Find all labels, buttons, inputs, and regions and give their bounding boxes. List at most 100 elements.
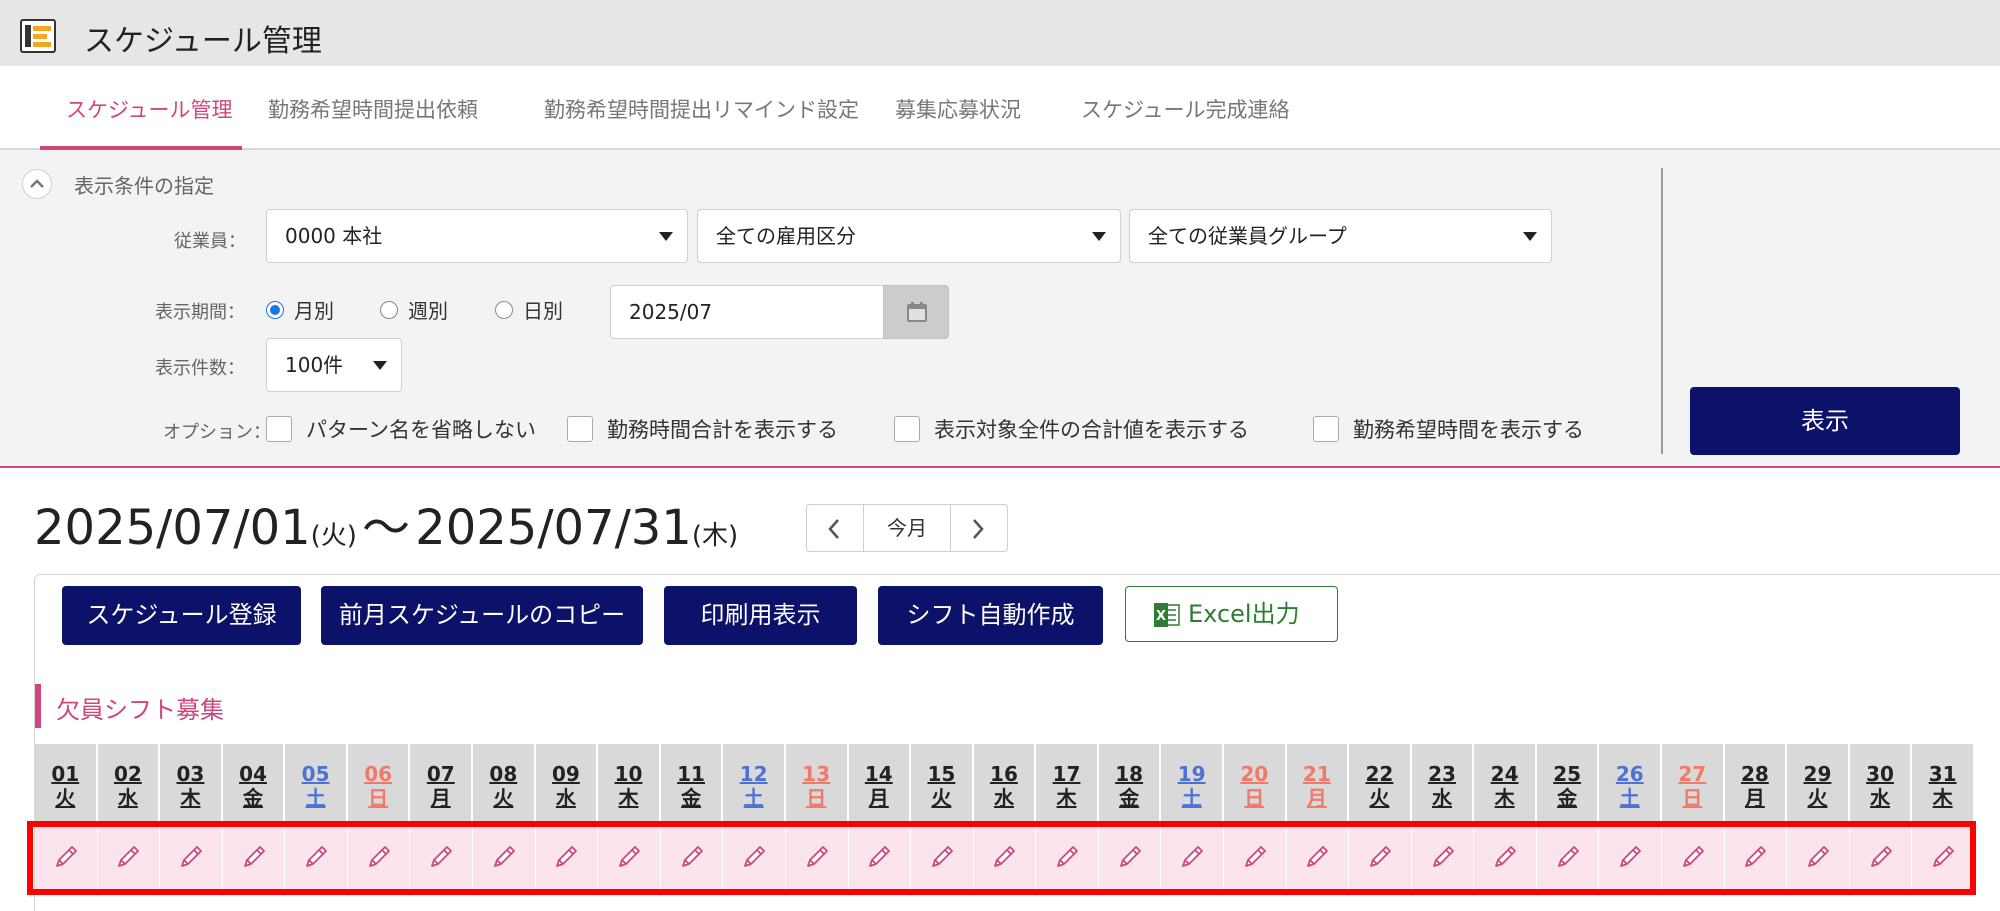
recruit-cell-04[interactable]	[223, 823, 286, 891]
pencil-icon	[243, 846, 265, 867]
calendar-button[interactable]	[883, 285, 949, 339]
recruit-cell-13[interactable]	[786, 823, 849, 891]
day-header-20[interactable]: 20 日	[1224, 744, 1287, 821]
employment-type-select[interactable]: 全ての雇用区分	[697, 209, 1121, 263]
day-header-07[interactable]: 07 月	[410, 744, 474, 821]
pencil-icon	[1870, 846, 1892, 867]
recruit-cell-20[interactable]	[1224, 823, 1287, 891]
recruit-cell-17[interactable]	[1036, 823, 1099, 891]
tab-availability-request[interactable]: 勤務希望時間提出依頼	[268, 94, 478, 124]
period-weekly-radio[interactable]: 週別	[380, 295, 448, 324]
option-availability-checkbox[interactable]: 勤務希望時間を表示する	[1313, 414, 1584, 444]
period-daily-radio[interactable]: 日別	[495, 295, 563, 324]
tab-availability-reminder[interactable]: 勤務希望時間提出リマインド設定	[544, 94, 859, 124]
recruit-cell-24[interactable]	[1474, 823, 1537, 891]
day-header-19[interactable]: 19 土	[1161, 744, 1224, 821]
recruit-cell-12[interactable]	[723, 823, 786, 891]
recruit-cell-15[interactable]	[911, 823, 974, 891]
recruit-cell-19[interactable]	[1161, 823, 1224, 891]
recruit-cell-25[interactable]	[1537, 823, 1600, 891]
day-header-23[interactable]: 23 水	[1412, 744, 1475, 821]
day-header-24[interactable]: 24 木	[1474, 744, 1537, 821]
recruit-cell-11[interactable]	[661, 823, 724, 891]
tab-recruit-status[interactable]: 募集応募状況	[895, 94, 1021, 124]
day-header-03[interactable]: 03 木	[160, 744, 223, 821]
tab-schedule-complete[interactable]: スケジュール完成連絡	[1081, 94, 1290, 124]
day-number: 02	[113, 762, 142, 786]
option-full-pattern-name-checkbox[interactable]: パターン名を省略しない	[266, 414, 536, 444]
day-header-11[interactable]: 11 金	[661, 744, 724, 821]
option-all-total-checkbox[interactable]: 表示対象全件の合計値を表示する	[894, 414, 1249, 444]
day-header-30[interactable]: 30 水	[1850, 744, 1913, 821]
recruit-cell-18[interactable]	[1099, 823, 1162, 891]
recruit-cell-29[interactable]	[1787, 823, 1850, 891]
recruit-cell-02[interactable]	[98, 823, 161, 891]
day-number: 08	[489, 762, 518, 786]
day-header-27[interactable]: 27 日	[1662, 744, 1725, 821]
recruit-cell-28[interactable]	[1725, 823, 1788, 891]
day-header-26[interactable]: 26 土	[1599, 744, 1663, 821]
day-header-06[interactable]: 06 日	[348, 744, 411, 821]
recruit-cell-16[interactable]	[974, 823, 1037, 891]
employee-select[interactable]: 0000 本社	[266, 209, 688, 263]
recruit-cell-01[interactable]	[35, 823, 98, 891]
option-work-hours-total-checkbox[interactable]: 勤務時間合計を表示する	[567, 414, 838, 444]
day-header-04[interactable]: 04 金	[223, 744, 286, 821]
copy-prev-month-button[interactable]: 前月スケジュールのコピー	[321, 586, 643, 645]
next-month-button[interactable]	[951, 505, 1007, 551]
day-header-05[interactable]: 05 土	[285, 744, 348, 821]
day-weekday: 金	[1557, 786, 1578, 810]
day-header-25[interactable]: 25 金	[1537, 744, 1600, 821]
day-header-01[interactable]: 01 火	[35, 744, 98, 821]
recruit-cell-30[interactable]	[1850, 823, 1913, 891]
day-weekday: 日	[806, 786, 827, 810]
this-month-button[interactable]: 今月	[863, 505, 951, 551]
employee-group-select[interactable]: 全ての従業員グループ	[1129, 209, 1552, 263]
day-header-14[interactable]: 14 月	[849, 744, 912, 821]
day-weekday: 木	[180, 786, 201, 810]
day-header-16[interactable]: 16 水	[974, 744, 1037, 821]
day-header-18[interactable]: 18 金	[1099, 744, 1162, 821]
recruit-cell-08[interactable]	[473, 823, 536, 891]
recruit-cell-31[interactable]	[1912, 823, 1975, 891]
day-header-10[interactable]: 10 木	[598, 744, 661, 821]
day-weekday: 月	[430, 786, 451, 810]
day-header-31[interactable]: 31 木	[1912, 744, 1975, 821]
show-button[interactable]: 表示	[1690, 387, 1960, 455]
pencil-icon	[1057, 846, 1078, 867]
pencil-icon	[1244, 846, 1266, 867]
day-header-12[interactable]: 12 土	[723, 744, 786, 821]
print-view-button[interactable]: 印刷用表示	[664, 586, 857, 645]
recruit-cell-10[interactable]	[598, 823, 661, 891]
day-header-17[interactable]: 17 木	[1036, 744, 1099, 821]
recruit-cell-05[interactable]	[285, 823, 348, 891]
recruit-cell-21[interactable]	[1287, 823, 1350, 891]
recruit-cell-06[interactable]	[348, 823, 411, 891]
count-select[interactable]: 100件	[266, 338, 402, 392]
recruit-cell-26[interactable]	[1599, 823, 1663, 891]
day-header-15[interactable]: 15 火	[911, 744, 974, 821]
day-header-08[interactable]: 08 火	[473, 744, 536, 821]
collapse-button[interactable]	[22, 169, 52, 199]
recruit-cell-22[interactable]	[1349, 823, 1412, 891]
tab-schedule-management[interactable]: スケジュール管理	[66, 94, 233, 124]
day-header-29[interactable]: 29 火	[1787, 744, 1850, 821]
month-input[interactable]: 2025/07	[610, 285, 890, 339]
excel-export-button[interactable]: X Excel出力	[1125, 586, 1338, 642]
recruit-cell-07[interactable]	[410, 823, 474, 891]
day-header-13[interactable]: 13 日	[786, 744, 849, 821]
schedule-register-button[interactable]: スケジュール登録	[62, 586, 301, 645]
recruit-cell-23[interactable]	[1412, 823, 1475, 891]
recruit-cell-27[interactable]	[1662, 823, 1725, 891]
recruit-cell-14[interactable]	[849, 823, 912, 891]
prev-month-button[interactable]	[807, 505, 863, 551]
day-header-02[interactable]: 02 水	[98, 744, 161, 821]
day-header-28[interactable]: 28 月	[1725, 744, 1788, 821]
day-header-09[interactable]: 09 水	[536, 744, 599, 821]
recruit-cell-03[interactable]	[160, 823, 223, 891]
day-header-21[interactable]: 21 月	[1287, 744, 1350, 821]
recruit-cell-09[interactable]	[536, 823, 599, 891]
period-monthly-radio[interactable]: 月別	[266, 295, 334, 324]
auto-shift-button[interactable]: シフト自動作成	[878, 586, 1103, 645]
day-header-22[interactable]: 22 火	[1349, 744, 1412, 821]
